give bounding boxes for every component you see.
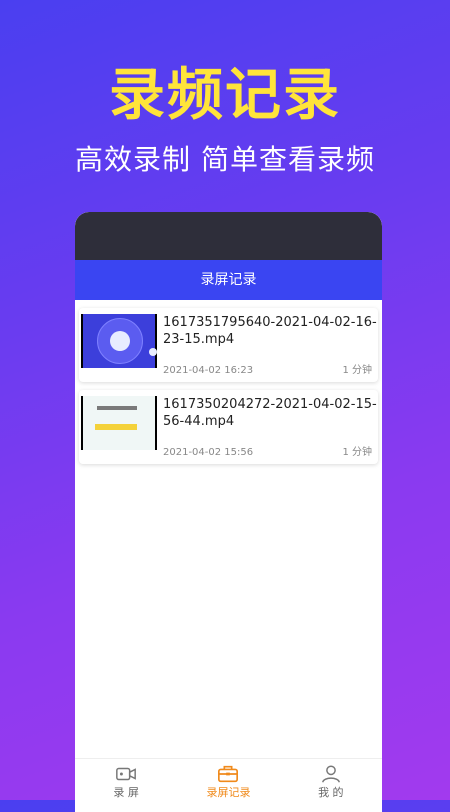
tab-record[interactable]: 录 屏	[75, 759, 177, 801]
disc-icon	[97, 318, 143, 364]
app-header: 录屏记录	[75, 260, 382, 300]
video-camera-icon	[116, 767, 137, 781]
app-header-title: 录屏记录	[200, 272, 257, 288]
recording-filename: 1617351795640-2021-04-02-16-23-15.mp4	[163, 315, 377, 347]
recording-item[interactable]: 1617351795640-2021-04-02-16-23-15.mp4 20…	[79, 308, 378, 382]
thumbnail-button-bar	[95, 424, 137, 430]
hero-title: 录频记录	[109, 63, 341, 128]
recording-duration: 1 分钟	[342, 447, 372, 458]
briefcase-icon	[218, 765, 239, 783]
user-icon	[321, 765, 340, 783]
hero-subtitle: 高效录制 简单查看录频	[75, 143, 375, 176]
tab-mine-label: 我 的	[318, 786, 344, 799]
thumbnail-text-line	[97, 406, 137, 410]
tab-record-label: 录 屏	[113, 786, 139, 799]
play-dot-icon	[149, 348, 157, 356]
recording-item[interactable]: 1617350204272-2021-04-02-15-56-44.mp4 20…	[79, 390, 378, 464]
recording-date: 2021-04-02 16:23	[163, 365, 254, 376]
video-thumbnail	[81, 396, 157, 450]
recording-list: 1617351795640-2021-04-02-16-23-15.mp4 20…	[75, 300, 382, 464]
tab-recordings[interactable]: 录屏记录	[177, 759, 279, 801]
recording-date: 2021-04-02 15:56	[163, 447, 254, 458]
tab-mine[interactable]: 我 的	[280, 759, 382, 801]
phone-status-area	[75, 212, 382, 260]
recording-duration: 1 分钟	[342, 365, 372, 376]
video-thumbnail	[81, 314, 157, 368]
bottom-tab-bar: 录 屏 录屏记录 我 的	[75, 758, 382, 801]
phone-mockup: 录屏记录 1617351795640-2021-04-02-16-23-15.m…	[75, 212, 382, 812]
tab-recordings-label: 录屏记录	[206, 786, 251, 799]
recording-filename: 1617350204272-2021-04-02-15-56-44.mp4	[163, 397, 377, 429]
